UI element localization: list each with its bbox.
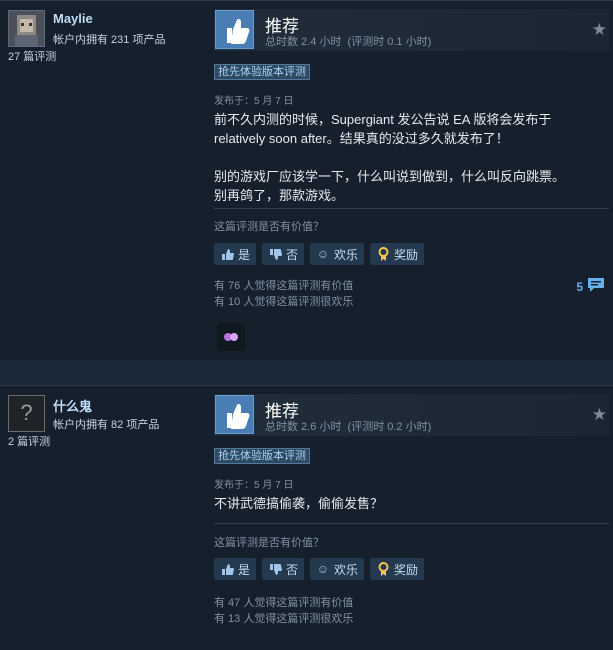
comment-count: 5 bbox=[576, 279, 583, 294]
avatar-image bbox=[9, 11, 44, 46]
early-access-badge: 抢先体验版本评测 bbox=[214, 448, 310, 464]
star-icon[interactable]: ★ bbox=[592, 406, 607, 423]
avatar[interactable]: ? bbox=[8, 395, 45, 432]
award-label: 奖励 bbox=[394, 247, 419, 262]
review-count[interactable]: 2 篇评测 bbox=[8, 433, 50, 449]
funny-button[interactable]: ☺ 欢乐 bbox=[310, 558, 365, 580]
early-access-badge: 抢先体验版本评测 bbox=[214, 64, 310, 80]
speech-bubble-icon bbox=[587, 277, 605, 296]
review-card: Maylie 帐户内拥有 231 项产品 27 篇评测 推荐 总时数 2.4 小… bbox=[0, 0, 613, 360]
vote-header[interactable]: 推荐 总时数 2.6 小时 (评测时 0.2 小时) ★ bbox=[214, 394, 609, 436]
award-icon bbox=[376, 562, 390, 576]
award-label: 奖励 bbox=[394, 562, 419, 577]
no-button[interactable]: 否 bbox=[262, 558, 305, 580]
helpful-question: 这篇评测是否有价值？ bbox=[214, 537, 324, 549]
vote-buttons: 是 否 ☺ 欢乐 奖励 bbox=[214, 243, 425, 265]
award-button[interactable]: 奖励 bbox=[370, 243, 425, 265]
funny-label: 欢乐 bbox=[334, 247, 359, 262]
review-card: ? 什么鬼 帐户内拥有 82 项产品 2 篇评测 推荐 总时数 2.6 小时 (… bbox=[0, 385, 613, 650]
no-button[interactable]: 否 bbox=[262, 243, 305, 265]
review-paragraph: 前不久内测的时候，Supergiant 发公告说 EA 版将会发布于 relat… bbox=[214, 112, 552, 146]
divider bbox=[214, 523, 609, 524]
products-owned[interactable]: 帐户内拥有 231 项产品 bbox=[53, 31, 165, 47]
reaction-icon[interactable] bbox=[217, 323, 245, 351]
no-label: 否 bbox=[286, 562, 299, 577]
thumbs-down-icon bbox=[268, 247, 282, 261]
hours-at-review: (评测时 0.2 小时) bbox=[347, 421, 432, 433]
hours-at-review: (评测时 0.1 小时) bbox=[347, 36, 432, 48]
no-label: 否 bbox=[286, 247, 299, 262]
thumbs-up-icon bbox=[220, 247, 234, 261]
funny-button[interactable]: ☺ 欢乐 bbox=[310, 243, 365, 265]
yes-button[interactable]: 是 bbox=[214, 243, 257, 265]
avatar[interactable] bbox=[8, 10, 45, 47]
username[interactable]: 什么鬼 bbox=[53, 396, 92, 415]
smiley-icon: ☺ bbox=[316, 247, 330, 261]
helpful-count: 有 47 人觉得这篇评测有价值 bbox=[214, 597, 354, 609]
thumbs-up-icon bbox=[220, 562, 234, 576]
divider bbox=[214, 208, 609, 209]
vote-header[interactable]: 推荐 总时数 2.4 小时 (评测时 0.1 小时) ★ bbox=[214, 9, 609, 51]
review-stats: 有 47 人觉得这篇评测有价值 有 13 人觉得这篇评测很欢乐 bbox=[214, 595, 353, 627]
hours-total: 总时数 2.4 小时 bbox=[265, 36, 342, 48]
review-content: 前不久内测的时候，Supergiant 发公告说 EA 版将会发布于 relat… bbox=[214, 110, 574, 224]
funny-count: 有 13 人觉得这篇评测很欢乐 bbox=[214, 613, 354, 625]
hours-total: 总时数 2.6 小时 bbox=[265, 421, 342, 433]
award-button[interactable]: 奖励 bbox=[370, 558, 425, 580]
hours-played: 总时数 2.4 小时 (评测时 0.1 小时) bbox=[265, 33, 431, 49]
thumbs-up-icon bbox=[215, 10, 254, 49]
products-owned[interactable]: 帐户内拥有 82 项产品 bbox=[53, 416, 159, 432]
vote-buttons: 是 否 ☺ 欢乐 奖励 bbox=[214, 558, 425, 580]
review-paragraph: 别的游戏厂应该学一下，什么叫说到做到，什么叫反向跳票。别再鸽了，那款游戏。 bbox=[214, 169, 566, 203]
thumbs-up-icon bbox=[215, 395, 254, 434]
yes-button[interactable]: 是 bbox=[214, 558, 257, 580]
review-content: 不讲武德搞偷袭，偷偷发售？ bbox=[214, 494, 574, 532]
funny-count: 有 10 人觉得这篇评测很欢乐 bbox=[214, 296, 354, 308]
yes-label: 是 bbox=[238, 247, 251, 262]
thumbs-down-icon bbox=[268, 562, 282, 576]
funny-label: 欢乐 bbox=[334, 562, 359, 577]
review-paragraph: 不讲武德搞偷袭，偷偷发售？ bbox=[214, 496, 384, 511]
helpful-question: 这篇评测是否有价值？ bbox=[214, 221, 324, 233]
question-mark-icon: ? bbox=[20, 400, 33, 425]
award-icon bbox=[376, 247, 390, 261]
helpful-count: 有 76 人觉得这篇评测有价值 bbox=[214, 280, 354, 292]
smiley-icon: ☺ bbox=[316, 562, 330, 576]
posted-date: 发布于：5 月 7 日 bbox=[214, 480, 294, 491]
yes-label: 是 bbox=[238, 562, 251, 577]
review-count[interactable]: 27 篇评测 bbox=[8, 48, 56, 64]
hours-played: 总时数 2.6 小时 (评测时 0.2 小时) bbox=[265, 418, 431, 434]
posted-date: 发布于：5 月 7 日 bbox=[214, 96, 294, 107]
username[interactable]: Maylie bbox=[53, 11, 93, 26]
review-stats: 有 76 人觉得这篇评测有价值 有 10 人觉得这篇评测很欢乐 bbox=[214, 278, 353, 310]
comments-link[interactable]: 5 bbox=[576, 277, 605, 296]
star-icon[interactable]: ★ bbox=[592, 21, 607, 38]
